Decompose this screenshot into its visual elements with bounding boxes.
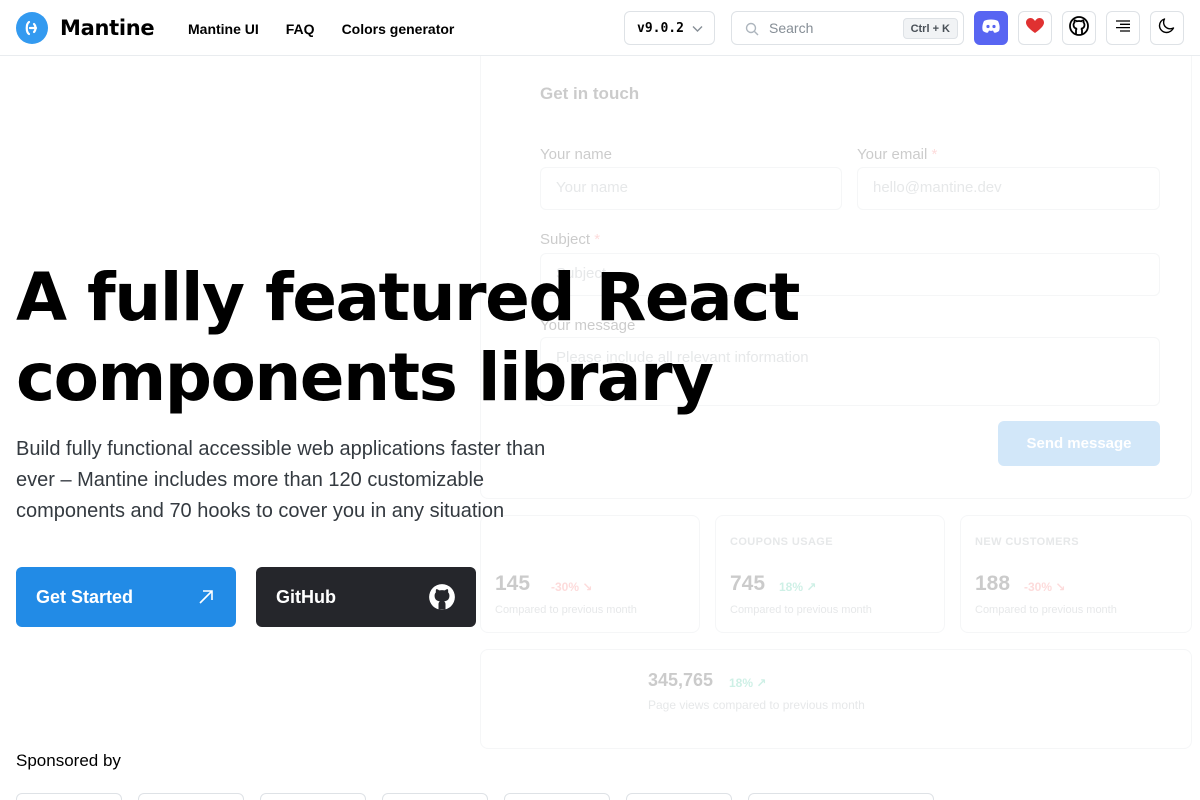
- email-label: Your email *: [857, 146, 938, 163]
- table-of-contents-button[interactable]: [1106, 11, 1140, 45]
- chevron-down-icon: [691, 22, 704, 39]
- sponsor-logo[interactable]: [504, 793, 610, 800]
- hero-title-line: A fully featured React: [16, 259, 800, 336]
- stat-value: 345,765: [648, 670, 714, 690]
- stat-card: NEW CUSTOMERS 188 -30% ↘ Compared to pre…: [960, 515, 1192, 633]
- stat-diff: -30% ↘: [551, 580, 593, 594]
- search-placeholder: Search: [769, 20, 814, 36]
- color-scheme-toggle[interactable]: [1150, 11, 1184, 45]
- stat-diff: 18% ↗: [779, 580, 817, 594]
- page-views-card: 345,765 18% ↗ Page views compared to pre…: [480, 649, 1192, 749]
- github-icon: [1069, 15, 1089, 41]
- version-select[interactable]: v9.0.2: [624, 11, 715, 45]
- stat-title: NEW CUSTOMERS: [975, 536, 1080, 548]
- github-button[interactable]: GitHub: [256, 567, 476, 627]
- search-shortcut: Ctrl + K: [902, 18, 958, 39]
- stat-caption: Compared to previous month: [730, 604, 872, 616]
- version-value: v9.0.2: [637, 20, 684, 36]
- main-nav: Mantine UI FAQ Colors generator: [188, 21, 481, 37]
- mantine-logo-icon: [16, 12, 48, 44]
- sponsor-logo[interactable]: [382, 793, 488, 800]
- stat-diff: -30% ↘: [1024, 580, 1066, 594]
- discord-icon: [981, 18, 1001, 39]
- arrow-up-right-icon: [196, 587, 216, 612]
- nav-mantine-ui[interactable]: Mantine UI: [188, 21, 259, 37]
- send-message-button[interactable]: Send message: [998, 421, 1160, 466]
- sponsor-logo[interactable]: [626, 793, 732, 800]
- search-button[interactable]: Search Ctrl + K: [731, 11, 964, 45]
- stat-value: 188: [975, 572, 1011, 595]
- stat-card: 145 -30% ↘ Compared to previous month: [480, 515, 700, 633]
- nav-colors-generator[interactable]: Colors generator: [342, 21, 455, 37]
- stat-caption: Page views compared to previous month: [648, 698, 865, 712]
- hero-title: A fully featured React components librar…: [16, 258, 800, 418]
- moon-icon: [1158, 17, 1176, 40]
- discord-button[interactable]: [974, 11, 1008, 45]
- nav-faq[interactable]: FAQ: [286, 21, 315, 37]
- sponsor-logo[interactable]: [138, 793, 244, 800]
- sponsored-by-label: Sponsored by: [16, 751, 121, 770]
- sponsor-button[interactable]: [1018, 11, 1052, 45]
- stat-caption: Compared to previous month: [495, 604, 637, 616]
- heart-icon: [1026, 17, 1044, 39]
- github-icon: [428, 583, 456, 616]
- get-started-label: Get Started: [36, 586, 134, 607]
- stat-value: 145: [495, 572, 531, 595]
- menu-icon: [1115, 19, 1131, 37]
- form-title: Get in touch: [540, 84, 640, 103]
- logo-text: Mantine: [60, 16, 155, 40]
- stat-caption: Compared to previous month: [975, 604, 1117, 616]
- hero-description: Build fully functional accessible web ap…: [16, 438, 546, 522]
- sponsor-logo[interactable]: [748, 793, 934, 800]
- name-input[interactable]: Your name: [540, 167, 842, 210]
- sponsor-logo[interactable]: [16, 793, 122, 800]
- name-label: Your name: [540, 146, 612, 163]
- search-icon: [745, 22, 759, 41]
- hero-title-line: components library: [16, 339, 714, 416]
- top-header: Mantine Mantine UI FAQ Colors generator …: [0, 0, 1200, 56]
- get-started-button[interactable]: Get Started: [16, 567, 236, 627]
- stat-title: COUPONS USAGE: [730, 536, 833, 548]
- logo[interactable]: Mantine: [16, 12, 155, 44]
- subject-label: Subject *: [540, 231, 601, 248]
- github-header-button[interactable]: [1062, 11, 1096, 45]
- stat-value: 745: [730, 572, 766, 595]
- stat-diff: 18% ↗: [729, 676, 767, 690]
- github-label: GitHub: [276, 586, 336, 607]
- email-input[interactable]: hello@mantine.dev: [857, 167, 1160, 210]
- stat-card: COUPONS USAGE 745 18% ↗ Compared to prev…: [715, 515, 945, 633]
- sponsor-logo[interactable]: [260, 793, 366, 800]
